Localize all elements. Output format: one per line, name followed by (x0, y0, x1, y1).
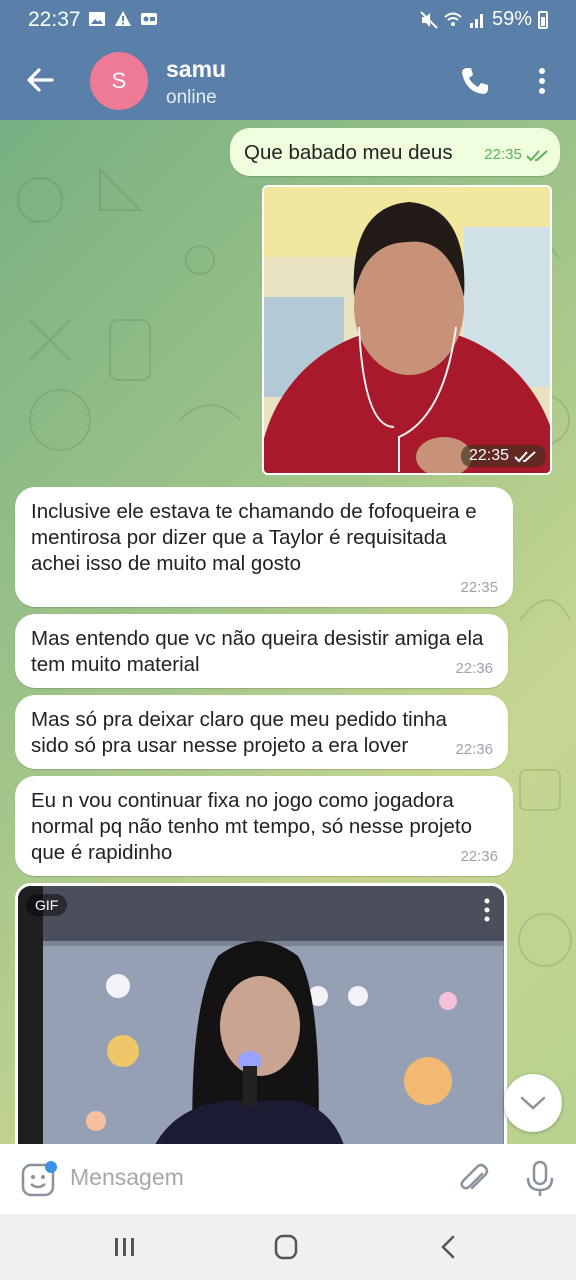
system-nav-bar (0, 1214, 576, 1280)
message-meta: 22:35 (484, 142, 550, 168)
double-check-icon (514, 451, 536, 463)
message-text: Eu n vou continuar fixa no jogo como jog… (31, 789, 473, 864)
photo-time-badge: 22:35 (460, 445, 546, 467)
paperclip-icon[interactable] (456, 1160, 492, 1198)
status-bar: 22:37 59% (0, 0, 576, 42)
avatar-letter: S (111, 68, 127, 93)
battery-percent: 59% (491, 8, 532, 30)
message-time: 22:35 (460, 579, 498, 596)
message-time: 22:36 (460, 848, 498, 865)
message-text: Mas só pra deixar claro que meu pedido t… (31, 708, 447, 757)
more-vertical-icon[interactable] (530, 64, 554, 98)
message-text: Inclusive ele estava te chamando de fofo… (31, 500, 477, 575)
message-input-bar (0, 1144, 576, 1214)
message-bubble-incoming[interactable]: Mas entendo que vc não queira desistir a… (15, 614, 508, 688)
back-arrow-icon[interactable] (22, 62, 58, 98)
message-bubble-incoming[interactable]: Eu n vou continuar fixa no jogo como jog… (15, 776, 513, 876)
gif-label: GIF (26, 894, 68, 916)
contact-name[interactable]: samu (166, 56, 226, 83)
contact-status: online (166, 87, 217, 108)
message-gif[interactable]: GIF (15, 883, 507, 1144)
emoji-sticker-icon[interactable] (20, 1160, 58, 1198)
more-vertical-icon[interactable] (480, 896, 494, 924)
message-bubble-outgoing[interactable]: Que babado meu deus 22:35 (230, 128, 560, 176)
status-time: 22:37 (28, 8, 81, 31)
phone-icon[interactable] (458, 64, 492, 98)
message-time: 22:35 (484, 146, 522, 163)
avatar[interactable]: S (90, 52, 148, 110)
home-icon[interactable] (266, 1232, 306, 1262)
wifi-icon (444, 12, 462, 26)
scroll-down-button[interactable] (504, 1074, 562, 1132)
notification-icons (88, 10, 158, 28)
photo-image (264, 187, 550, 473)
double-check-icon (526, 150, 548, 162)
chevron-down-icon (520, 1096, 546, 1110)
back-nav-icon[interactable] (428, 1232, 468, 1262)
battery-icon (538, 10, 548, 29)
message-time: 22:36 (455, 660, 493, 677)
message-time: 22:36 (455, 741, 493, 758)
gif-image (18, 886, 504, 1144)
message-input[interactable] (70, 1164, 430, 1191)
message-bubble-incoming[interactable]: Inclusive ele estava te chamando de fofo… (15, 487, 513, 607)
signal-icon (469, 13, 483, 28)
gallery-notification-icon (89, 12, 105, 26)
message-bubble-incoming[interactable]: Mas só pra deixar claro que meu pedido t… (15, 695, 508, 769)
warning-notification-icon (115, 11, 131, 26)
microphone-icon[interactable] (522, 1160, 558, 1198)
message-text: Mas entendo que vc não queira desistir a… (31, 627, 484, 676)
status-right: 59% (420, 8, 548, 31)
top-bar: 22:37 59% S samu online (0, 0, 576, 120)
mute-icon (420, 10, 438, 29)
app-notification-icon (141, 13, 157, 25)
message-photo[interactable]: 22:35 (262, 185, 552, 475)
message-time: 22:35 (468, 447, 509, 464)
chat-area[interactable]: Que babado meu deus 22:35 22:35 Inclusiv… (0, 120, 576, 1144)
recent-apps-icon[interactable] (105, 1232, 145, 1262)
